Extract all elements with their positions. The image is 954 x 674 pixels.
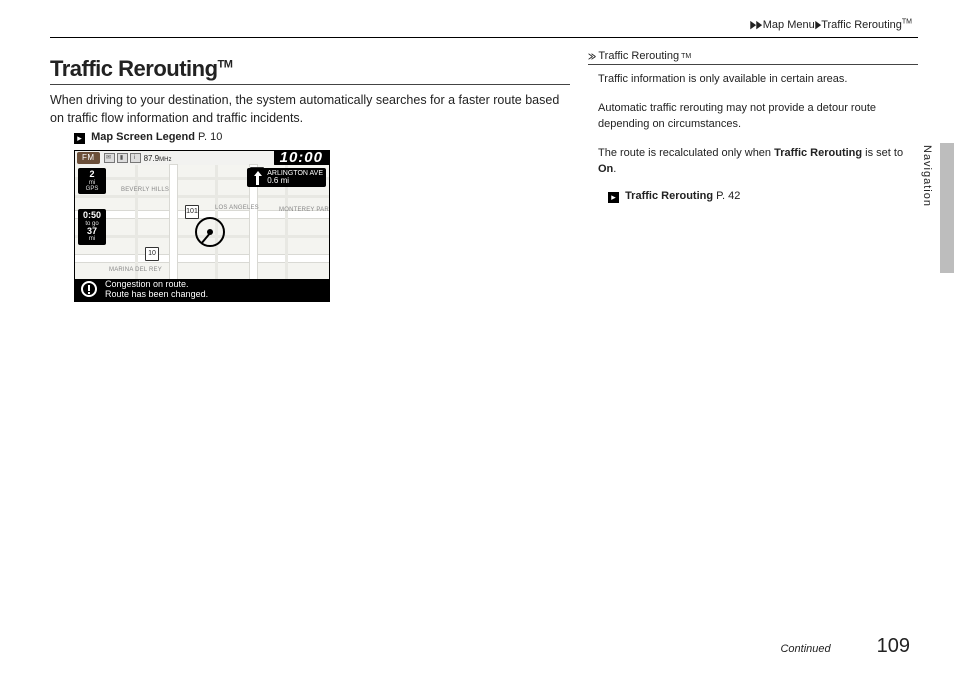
cross-reference: ▸ Traffic Rerouting P. 42 [608, 190, 918, 203]
section-tab-label: Navigation [921, 145, 933, 207]
section-tab [940, 143, 954, 273]
footer: Continued 109 [50, 635, 918, 658]
alert-bar: Congestion on route. Route has been chan… [75, 279, 329, 301]
eta-dist-box: 0:50 to go 37 mi [78, 209, 106, 244]
xref-page: P. 10 [198, 131, 222, 143]
turn-arrow-icon [250, 171, 264, 185]
breadcrumb-b: Traffic Rerouting [821, 19, 902, 31]
route-shield: 10 [145, 247, 159, 261]
note-text: The route is recalculated only when Traf… [598, 145, 918, 178]
next-turn-box: ARLINGTON AVE 0.6 mi [247, 168, 326, 187]
mail-icon: ✉ [104, 153, 115, 163]
xref-page: P. 42 [716, 190, 740, 202]
scale-value: 2 [81, 170, 103, 179]
turn-dist: 0.6 [267, 176, 278, 185]
alert-line2: Route has been changed. [105, 290, 329, 300]
trademark: TM [681, 53, 691, 60]
route-shield: 101 [185, 205, 199, 219]
city-label: LOS ANGELES [215, 205, 259, 211]
breadcrumb: ▶▶Map Menu▶Traffic ReroutingTM [50, 18, 918, 37]
triangle-icon: ▶ [815, 18, 821, 31]
link-icon: ▸ [608, 192, 619, 203]
trademark: TM [218, 59, 233, 71]
side-column: ≫ Traffic ReroutingTM Traffic informatio… [588, 50, 918, 302]
note-text: Automatic traffic rerouting may not prov… [598, 100, 918, 133]
side-title-text: Traffic Rerouting [598, 50, 679, 62]
triangle-icon: ▶ [750, 18, 756, 31]
triangle-icon: ▶ [757, 18, 763, 31]
page-title: Traffic ReroutingTM [50, 56, 570, 82]
shot-topbar: FM ✉ ▮ i 87.9MHz 10:00 [75, 151, 329, 165]
radio-frequency: 87.9MHz [144, 154, 172, 163]
fm-badge: FM [77, 152, 100, 164]
intro-text: When driving to your destination, the sy… [50, 91, 570, 127]
page-number: 109 [877, 635, 910, 658]
note-bold: Traffic Rerouting [774, 147, 862, 159]
main-column: Traffic ReroutingTM When driving to your… [50, 50, 570, 302]
marker-icon: ≫ [588, 50, 594, 63]
page-title-text: Traffic Rerouting [50, 56, 218, 81]
compass-icon [195, 217, 225, 247]
eta-time: 0:50 [81, 211, 103, 220]
rule [50, 37, 918, 38]
city-label: BEVERLY HILLS [121, 187, 169, 193]
breadcrumb-a: Map Menu [763, 19, 815, 31]
scale-box: 2 mi GPS [78, 168, 106, 194]
note-bold: On [598, 163, 613, 175]
side-title: ≫ Traffic ReroutingTM [588, 50, 918, 65]
dist-value: 37 [81, 227, 103, 236]
continued-label: Continued [780, 643, 830, 655]
turn-unit: mi [281, 176, 289, 185]
city-label: MARINA DEL REY [109, 267, 162, 273]
link-icon: ▸ [74, 133, 85, 144]
trademark: TM [902, 18, 912, 25]
signal-icon: ▮ [117, 153, 128, 163]
note-frag: . [613, 163, 616, 175]
xref-label: Map Screen Legend [91, 131, 195, 143]
nav-screenshot: FM ✉ ▮ i 87.9MHz 10:00 [74, 150, 330, 302]
note-frag: The route is recalculated only when [598, 147, 774, 159]
info-icon: i [130, 153, 141, 163]
cross-reference: ▸ Map Screen Legend P. 10 [74, 131, 570, 144]
freq-number: 87.9 [144, 154, 160, 163]
status-icons: ✉ ▮ i [104, 153, 141, 163]
gps-label: GPS [81, 186, 103, 192]
rule [50, 84, 570, 85]
dist-unit: mi [81, 236, 103, 242]
city-label: MONTEREY PAR [279, 207, 329, 213]
note-frag: is set to [862, 147, 903, 159]
alert-icon [81, 281, 97, 297]
note-text: Traffic information is only available in… [598, 71, 918, 88]
xref-label: Traffic Rerouting [625, 190, 713, 202]
map-area: 5 101 10 BEVERLY HILLS LOS ANGELES MONTE… [75, 165, 329, 279]
freq-unit: MHz [159, 157, 171, 163]
